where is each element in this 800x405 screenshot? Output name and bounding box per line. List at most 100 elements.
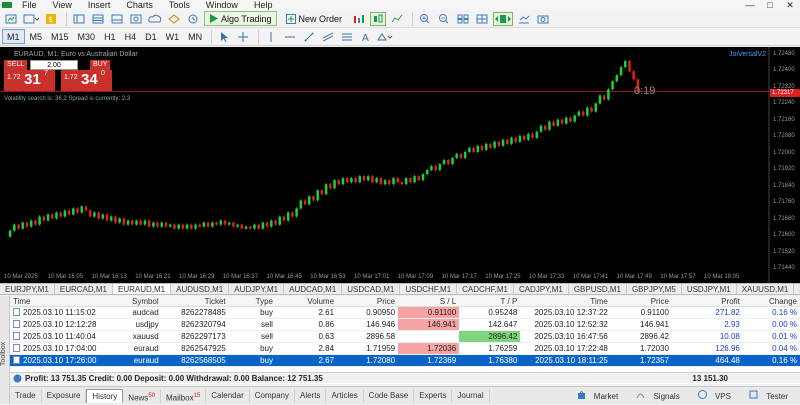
menu-charts[interactable]: Charts [118, 0, 161, 10]
vertical-line-icon[interactable] [263, 29, 279, 44]
tab-calendar[interactable]: Calendar [206, 388, 250, 403]
shapes-icon[interactable] [377, 29, 393, 44]
channel-icon[interactable] [320, 29, 336, 44]
close-button[interactable]: ✕ [780, 0, 800, 10]
tile-windows-icon[interactable] [455, 12, 471, 26]
tab-company[interactable]: Company [250, 388, 295, 403]
depth-of-market-icon[interactable] [351, 12, 367, 26]
menu-help[interactable]: Help [246, 0, 281, 10]
price-chart[interactable]: EURAUD, M1: Euro vs Australian Dollar Jo… [0, 47, 800, 283]
new-order-button[interactable]: New Order [281, 11, 348, 26]
auto-scroll-icon[interactable] [493, 11, 514, 26]
tab-alerts[interactable]: Alerts [295, 388, 327, 403]
minimize-button[interactable]: — [740, 0, 760, 10]
symbol-tab[interactable]: EURJPY,M1 [0, 284, 55, 294]
timeframe-h1[interactable]: H1 [100, 29, 120, 44]
symbol-tab[interactable]: AUDCAD,M1 [284, 284, 343, 294]
symbol-tab[interactable]: CADCHF,M1 [457, 284, 514, 294]
table-row[interactable]: 2025.03.10 12:12:28 usdjpy 8262320794 sell 0… [10, 319, 800, 331]
tab-history[interactable]: History [86, 388, 124, 403]
symbol-tab[interactable]: AUDJPY,M1 [229, 284, 285, 294]
symbol-tab[interactable]: GBPUSD,M1 [569, 284, 627, 294]
terminal-icon[interactable] [109, 12, 125, 26]
line-chart-icon[interactable] [389, 12, 405, 26]
timeframe-d1[interactable]: D1 [141, 29, 161, 44]
market-link[interactable]: Market [571, 390, 631, 401]
tab-code-base[interactable]: Code Base [364, 388, 415, 403]
symbol-tab[interactable]: USDJPY,M1 [682, 284, 737, 294]
menu-window[interactable]: Window [198, 0, 246, 10]
navigator-icon[interactable] [71, 12, 87, 26]
table-row[interactable]: 2025.03.10 11:40:04 xauusd 8262297173 sell 0… [10, 331, 800, 343]
metaeditor-icon[interactable] [166, 12, 182, 26]
symbol-tab[interactable]: GBPJPY,M5 [627, 284, 682, 294]
zoom-out-icon[interactable] [436, 12, 452, 26]
timeframe-w1[interactable]: W1 [162, 29, 184, 44]
candlestick-chart-icon[interactable] [370, 11, 387, 26]
menu-insert[interactable]: Insert [80, 0, 119, 10]
timeframe-m15[interactable]: M15 [47, 29, 73, 44]
tab-articles[interactable]: Articles [326, 388, 364, 403]
col-price[interactable]: Price [337, 296, 398, 306]
trend-line-icon[interactable] [301, 29, 317, 44]
tab-exposure[interactable]: Exposure [42, 388, 87, 403]
menu-view[interactable]: View [45, 0, 80, 10]
screenshot-icon[interactable] [535, 12, 551, 26]
col-profit[interactable]: Profit [672, 296, 743, 306]
tab-mailbox[interactable]: Mailbox15 [161, 388, 207, 403]
fibonacci-icon[interactable] [339, 29, 355, 44]
col-type[interactable]: Type [229, 296, 276, 306]
timeframe-h4[interactable]: H4 [121, 29, 141, 44]
col-symbol[interactable]: Symbol [110, 296, 161, 306]
market-watch-icon[interactable]: $ [43, 12, 59, 26]
cursor-icon[interactable] [216, 29, 232, 44]
sell-button[interactable]: 1.72 31 7 [4, 70, 55, 91]
tab-news[interactable]: News50 [123, 388, 161, 403]
col-tp[interactable]: T / P [459, 296, 520, 306]
symbol-tab[interactable]: USDCAD,M1 [342, 284, 401, 294]
tester-link[interactable]: Tester [743, 390, 800, 401]
tab-experts[interactable]: Experts [414, 388, 453, 403]
col-change[interactable]: Change [743, 296, 800, 306]
col-sl[interactable]: S / L [398, 296, 459, 306]
symbol-tab[interactable]: USDCHF,M1 [400, 284, 458, 294]
text-tool-icon[interactable]: A [358, 29, 374, 44]
symbol-tab[interactable]: AUDUSD,M1 [171, 284, 230, 294]
col-volume[interactable]: Volume [276, 296, 337, 306]
cloud-icon[interactable] [147, 12, 163, 26]
timeframe-mn[interactable]: MN [184, 29, 206, 44]
profiles-icon[interactable] [22, 12, 40, 26]
symbol-tab[interactable]: CADJPY,M1 [514, 284, 569, 294]
signals-link[interactable]: Signals [630, 390, 691, 401]
timeframe-m5[interactable]: M5 [26, 29, 47, 44]
horizontal-line-icon[interactable] [282, 29, 298, 44]
buy-button[interactable]: 1.72 34 0 [61, 70, 112, 91]
new-chart-icon[interactable] [3, 12, 19, 26]
menu-file[interactable]: File [14, 0, 45, 10]
tab-journal[interactable]: Journal [452, 388, 490, 403]
algo-trading-button[interactable]: Algo Trading [204, 11, 277, 26]
toolbox-strip[interactable]: Toolbox [0, 296, 10, 404]
data-window-icon[interactable] [90, 12, 106, 26]
col-ticket[interactable]: Ticket [162, 296, 229, 306]
menu-tools[interactable]: Tools [161, 0, 198, 10]
col-time[interactable]: Time [10, 296, 110, 306]
chart-shift-icon[interactable] [516, 12, 532, 26]
maximize-button[interactable]: □ [760, 0, 780, 10]
symbol-tab[interactable]: XAUEUR,M1 [794, 284, 800, 294]
col-close-time[interactable]: Time [520, 296, 611, 306]
vps-link[interactable]: VPS [692, 390, 743, 401]
zoom-in-icon[interactable] [417, 12, 433, 26]
col-close-price[interactable]: Price [611, 296, 672, 306]
buy-label[interactable]: BUY [90, 60, 111, 70]
symbol-tab[interactable]: XAUUSD,M1 [737, 284, 795, 294]
table-row[interactable]: 2025.03.10 11:15:02 audcad 8262278485 buy 2.… [10, 307, 800, 319]
timeframe-m30[interactable]: M30 [74, 29, 100, 44]
table-row[interactable]: 2025.03.10 17:04:00 euraud 8262547925 buy 2.… [10, 343, 800, 355]
table-row[interactable]: 2025.03.10 17:26:00 euraud 8262568505 buy 2.… [10, 355, 800, 367]
history-center-icon[interactable] [185, 12, 201, 26]
chart-grid-icon[interactable] [474, 12, 490, 26]
timeframe-m1[interactable]: M1 [2, 29, 25, 44]
volume-input[interactable]: 2.00 [30, 60, 78, 70]
tab-trade[interactable]: Trade [10, 388, 42, 403]
